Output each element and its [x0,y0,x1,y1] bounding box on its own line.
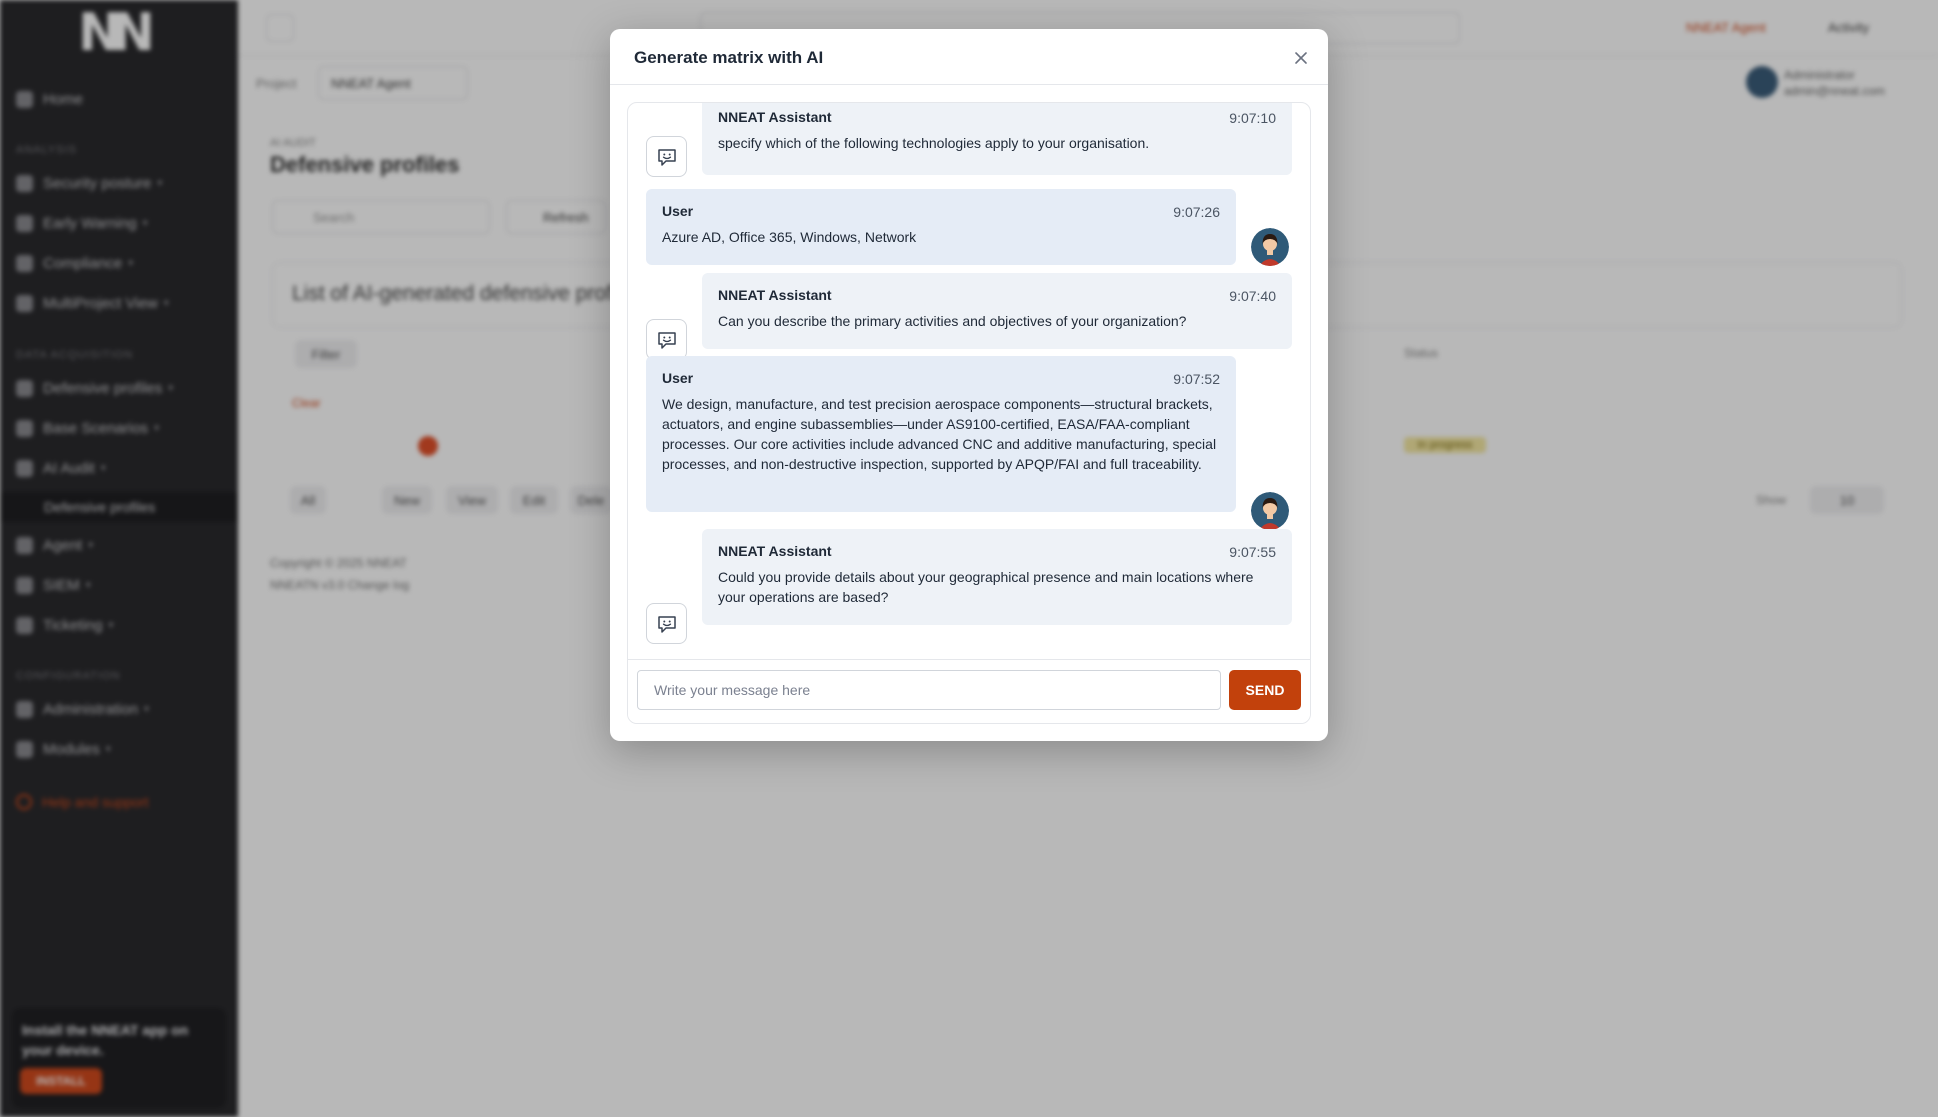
message-author: NNEAT Assistant [718,109,832,125]
message-text: Azure AD, Office 365, Windows, Network [662,229,917,245]
chat-bot-icon [657,331,676,349]
assistant-icon [646,136,687,177]
message-bubble: NNEAT Assistant 9:07:40 Can you describe… [702,273,1292,349]
close-icon [1295,52,1307,64]
message-time: 9:07:26 [1173,204,1220,220]
message-time: 9:07:40 [1229,288,1276,304]
message-author: NNEAT Assistant [718,543,832,559]
message-author: User [662,370,694,386]
chat-messages[interactable]: NNEAT Assistant 9:07:10 specify which of… [628,103,1310,659]
message-text: Can you describe the primary activities … [718,313,1187,329]
message-time: 9:07:55 [1229,544,1276,560]
message-text: Could you provide details about your geo… [718,569,1254,605]
message-time: 9:07:52 [1173,371,1220,387]
message-text: specify which of the following technolog… [718,135,1150,151]
message-bubble: User 9:07:26 Azure AD, Office 365, Windo… [646,189,1236,265]
user-avatar [1251,492,1289,530]
message-bubble: User 9:07:52 We design, manufacture, and… [646,356,1236,512]
assistant-icon [646,319,687,360]
user-avatar-image [1251,228,1289,266]
message-bubble: NNEAT Assistant 9:07:55 Could you provid… [702,529,1292,625]
close-button[interactable] [1290,47,1312,69]
dialog-title: Generate matrix with AI [634,48,824,67]
dialog-header: Generate matrix with AI [610,29,1328,85]
send-button[interactable]: SEND [1229,670,1301,710]
message-bubble: NNEAT Assistant 9:07:10 specify which of… [702,103,1292,175]
chat-container: NNEAT Assistant 9:07:10 specify which of… [627,102,1311,724]
generate-matrix-dialog: Generate matrix with AI NNEAT Assistant … [610,29,1328,741]
user-avatar-image [1251,492,1289,530]
message-text: We design, manufacture, and test precisi… [662,396,1217,472]
message-author: NNEAT Assistant [718,287,832,303]
user-avatar [1251,228,1289,266]
message-composer: SEND [628,659,1310,723]
assistant-icon [646,603,687,644]
message-input[interactable] [637,670,1221,710]
message-time: 9:07:10 [1229,110,1276,126]
chat-bot-icon [657,615,676,633]
chat-bot-icon [657,148,676,166]
message-author: User [662,203,694,219]
